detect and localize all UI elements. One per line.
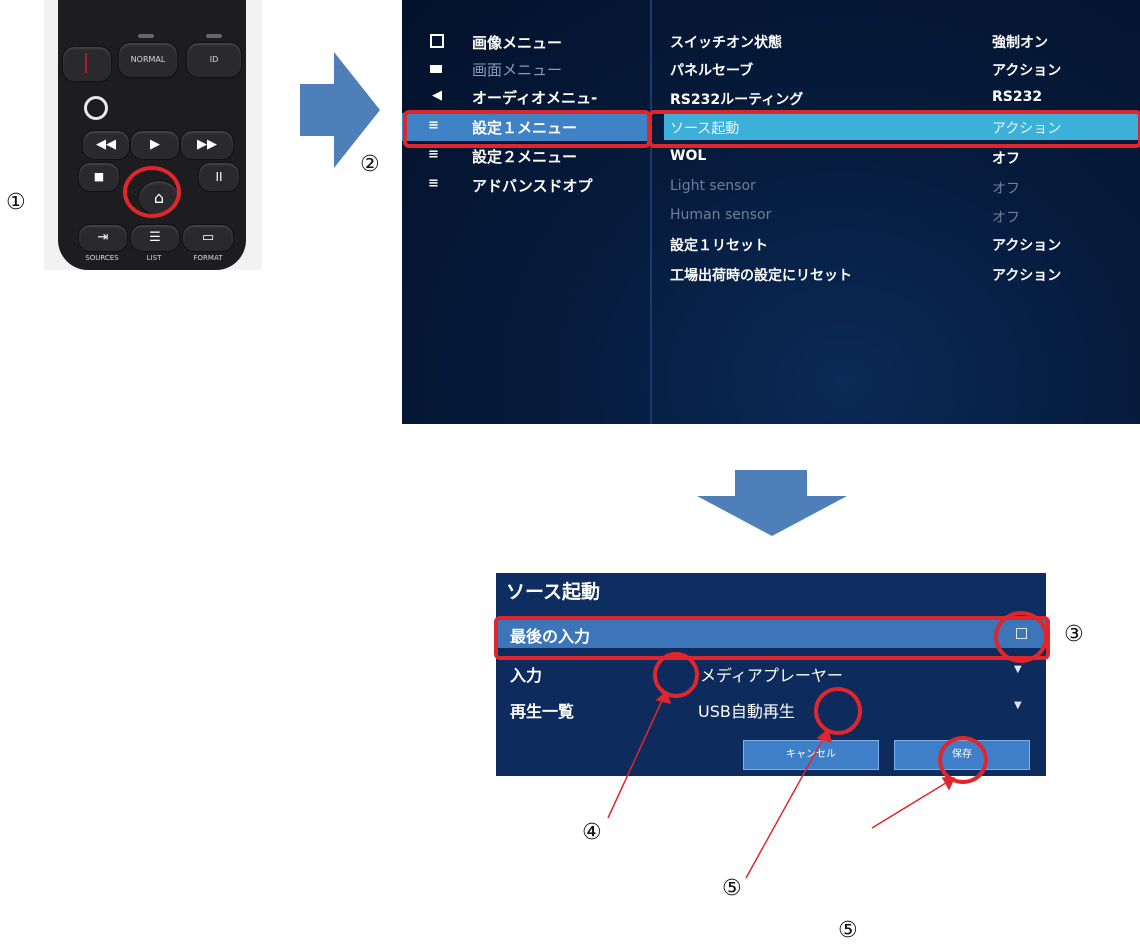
annotation-lines: [607, 690, 956, 879]
step-5-label: ⑤: [722, 876, 742, 901]
step-5-label: ⑤: [838, 918, 858, 943]
step-4-label: ④: [582, 820, 602, 845]
